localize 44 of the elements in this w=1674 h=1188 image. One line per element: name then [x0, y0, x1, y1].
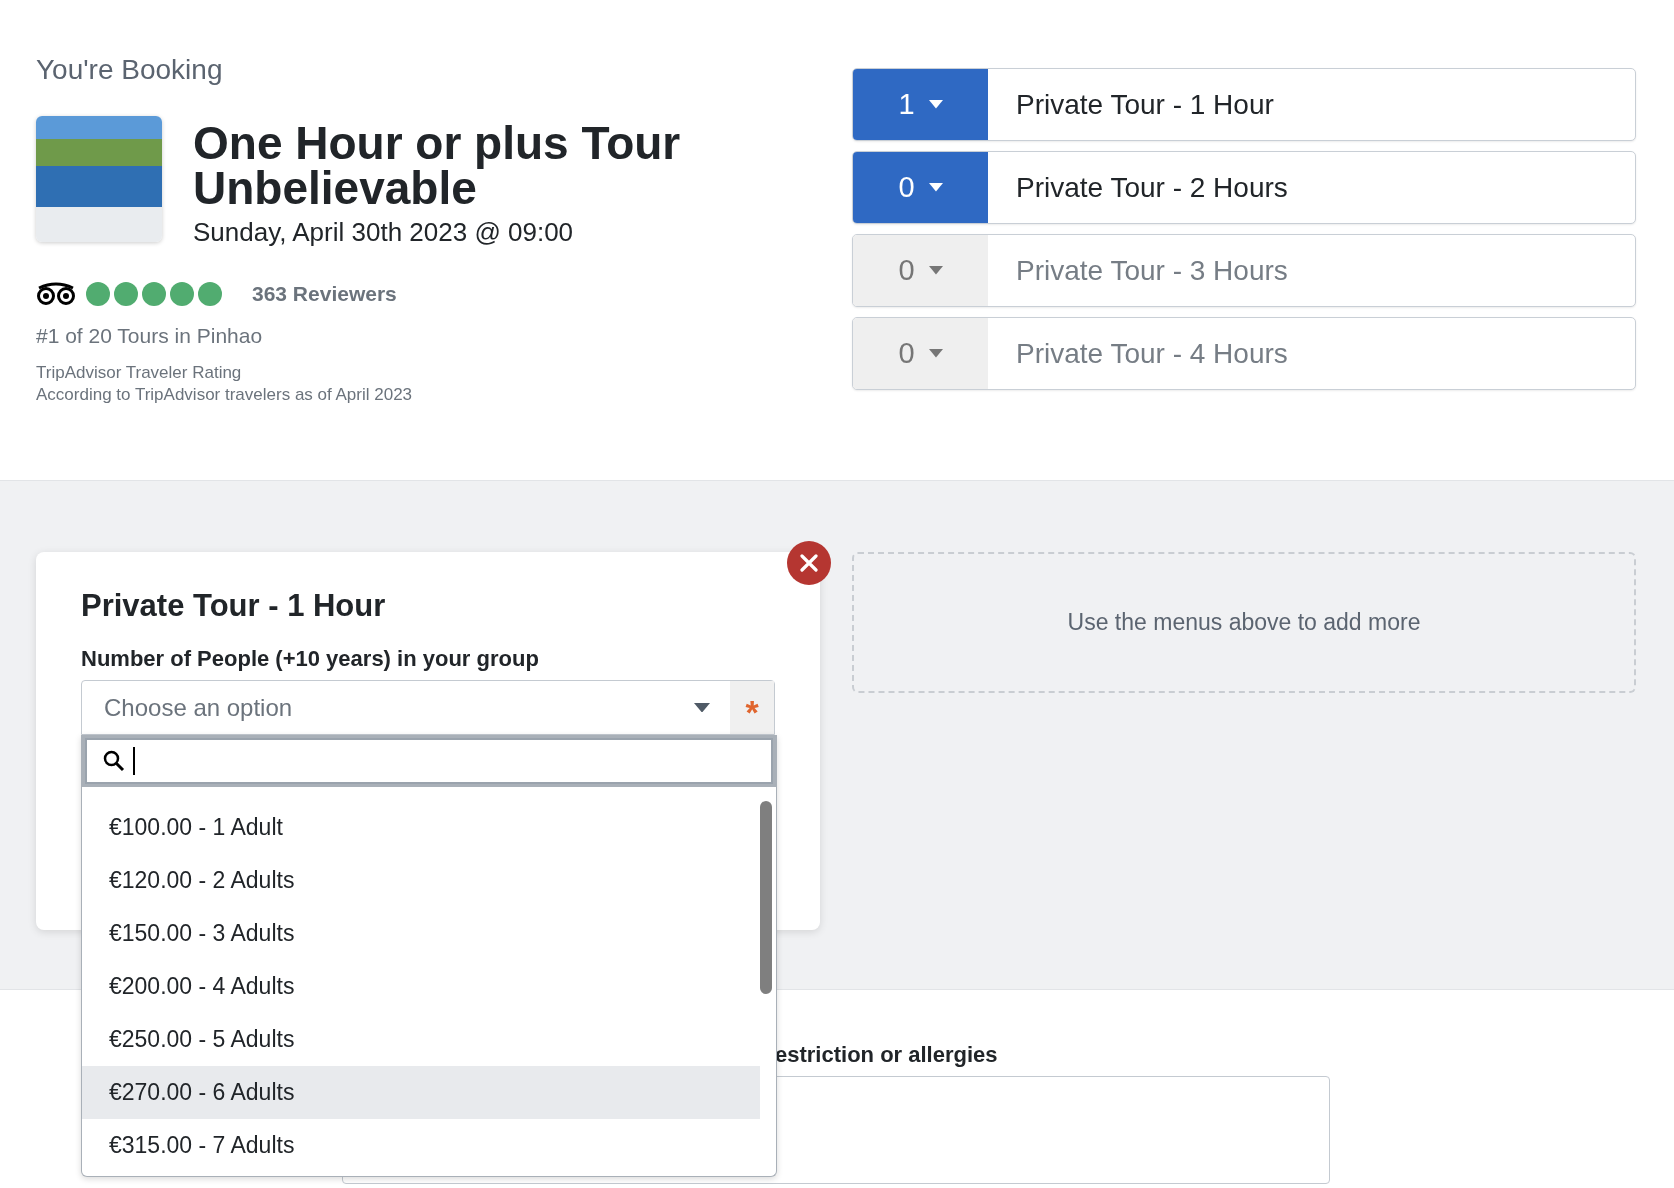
tour-option-label: Private Tour - 2 Hours: [1015, 170, 1288, 205]
rating-bubble: [86, 282, 110, 306]
dropdown-option[interactable]: €120.00 - 2 Adults: [82, 854, 760, 907]
tour-rank: #1 of 20 Tours in Pinhao: [36, 324, 264, 348]
caret-icon: [928, 266, 943, 275]
field-label: estriction or allergies: [775, 1042, 998, 1068]
rating-bubble: [142, 282, 166, 306]
dropdown-option[interactable]: €315.00 - 7 Adults: [82, 1119, 760, 1172]
add-more-hint: Use the menus above to add more: [1067, 609, 1421, 636]
caret-icon: [694, 702, 710, 713]
quantity-select[interactable]: 1: [853, 69, 988, 140]
tour-option-label: Private Tour - 1 Hour: [1015, 87, 1274, 122]
dropdown-option[interactable]: €270.00 - 6 Adults: [82, 1066, 760, 1119]
booking-heading: You're Booking: [36, 54, 224, 86]
tour-option-label: Private Tour - 4 Hours: [1015, 336, 1288, 371]
rating-source: TripAdvisor Traveler Rating: [36, 362, 242, 384]
dropdown-option[interactable]: €250.00 - 5 Adults: [82, 1013, 760, 1066]
people-select[interactable]: Choose an option *: [81, 680, 775, 735]
dropdown-option[interactable]: €150.00 - 3 Adults: [82, 907, 760, 960]
card-title: Private Tour - 1 Hour: [81, 588, 387, 624]
dropdown-option[interactable]: €100.00 - 1 Adult: [82, 801, 760, 854]
caret-icon: [928, 349, 943, 358]
text-cursor: [133, 747, 135, 775]
quantity-select[interactable]: 0: [853, 152, 988, 223]
rating-bubble: [170, 282, 194, 306]
reviewer-count: 363 Reviewers: [252, 282, 397, 306]
tour-option-label: Private Tour - 3 Hours: [1015, 253, 1288, 288]
close-button[interactable]: [787, 541, 831, 585]
dropdown-option[interactable]: €200.00 - 4 Adults: [82, 960, 760, 1013]
close-icon: [800, 554, 818, 572]
tour-date: Sunday, April 30th 2023 @ 09:00: [193, 217, 575, 248]
search-icon: [103, 750, 125, 772]
select-placeholder: Choose an option: [104, 693, 293, 722]
rating-note: According to TripAdvisor travelers as of April 2023: [36, 384, 413, 406]
search-field[interactable]: [85, 738, 773, 784]
caret-icon: [928, 183, 943, 192]
rating-bubble: [114, 282, 138, 306]
required-mark: *: [730, 681, 774, 734]
caret-icon: [928, 100, 943, 109]
owl-icon: [36, 282, 76, 306]
scrollbar-thumb[interactable]: [760, 801, 772, 994]
rating-bubble: [198, 282, 222, 306]
field-label: Number of People (+10 years) in your group: [81, 646, 540, 672]
tour-title: One Hour or plus Tour Unbelievable: [193, 121, 682, 211]
